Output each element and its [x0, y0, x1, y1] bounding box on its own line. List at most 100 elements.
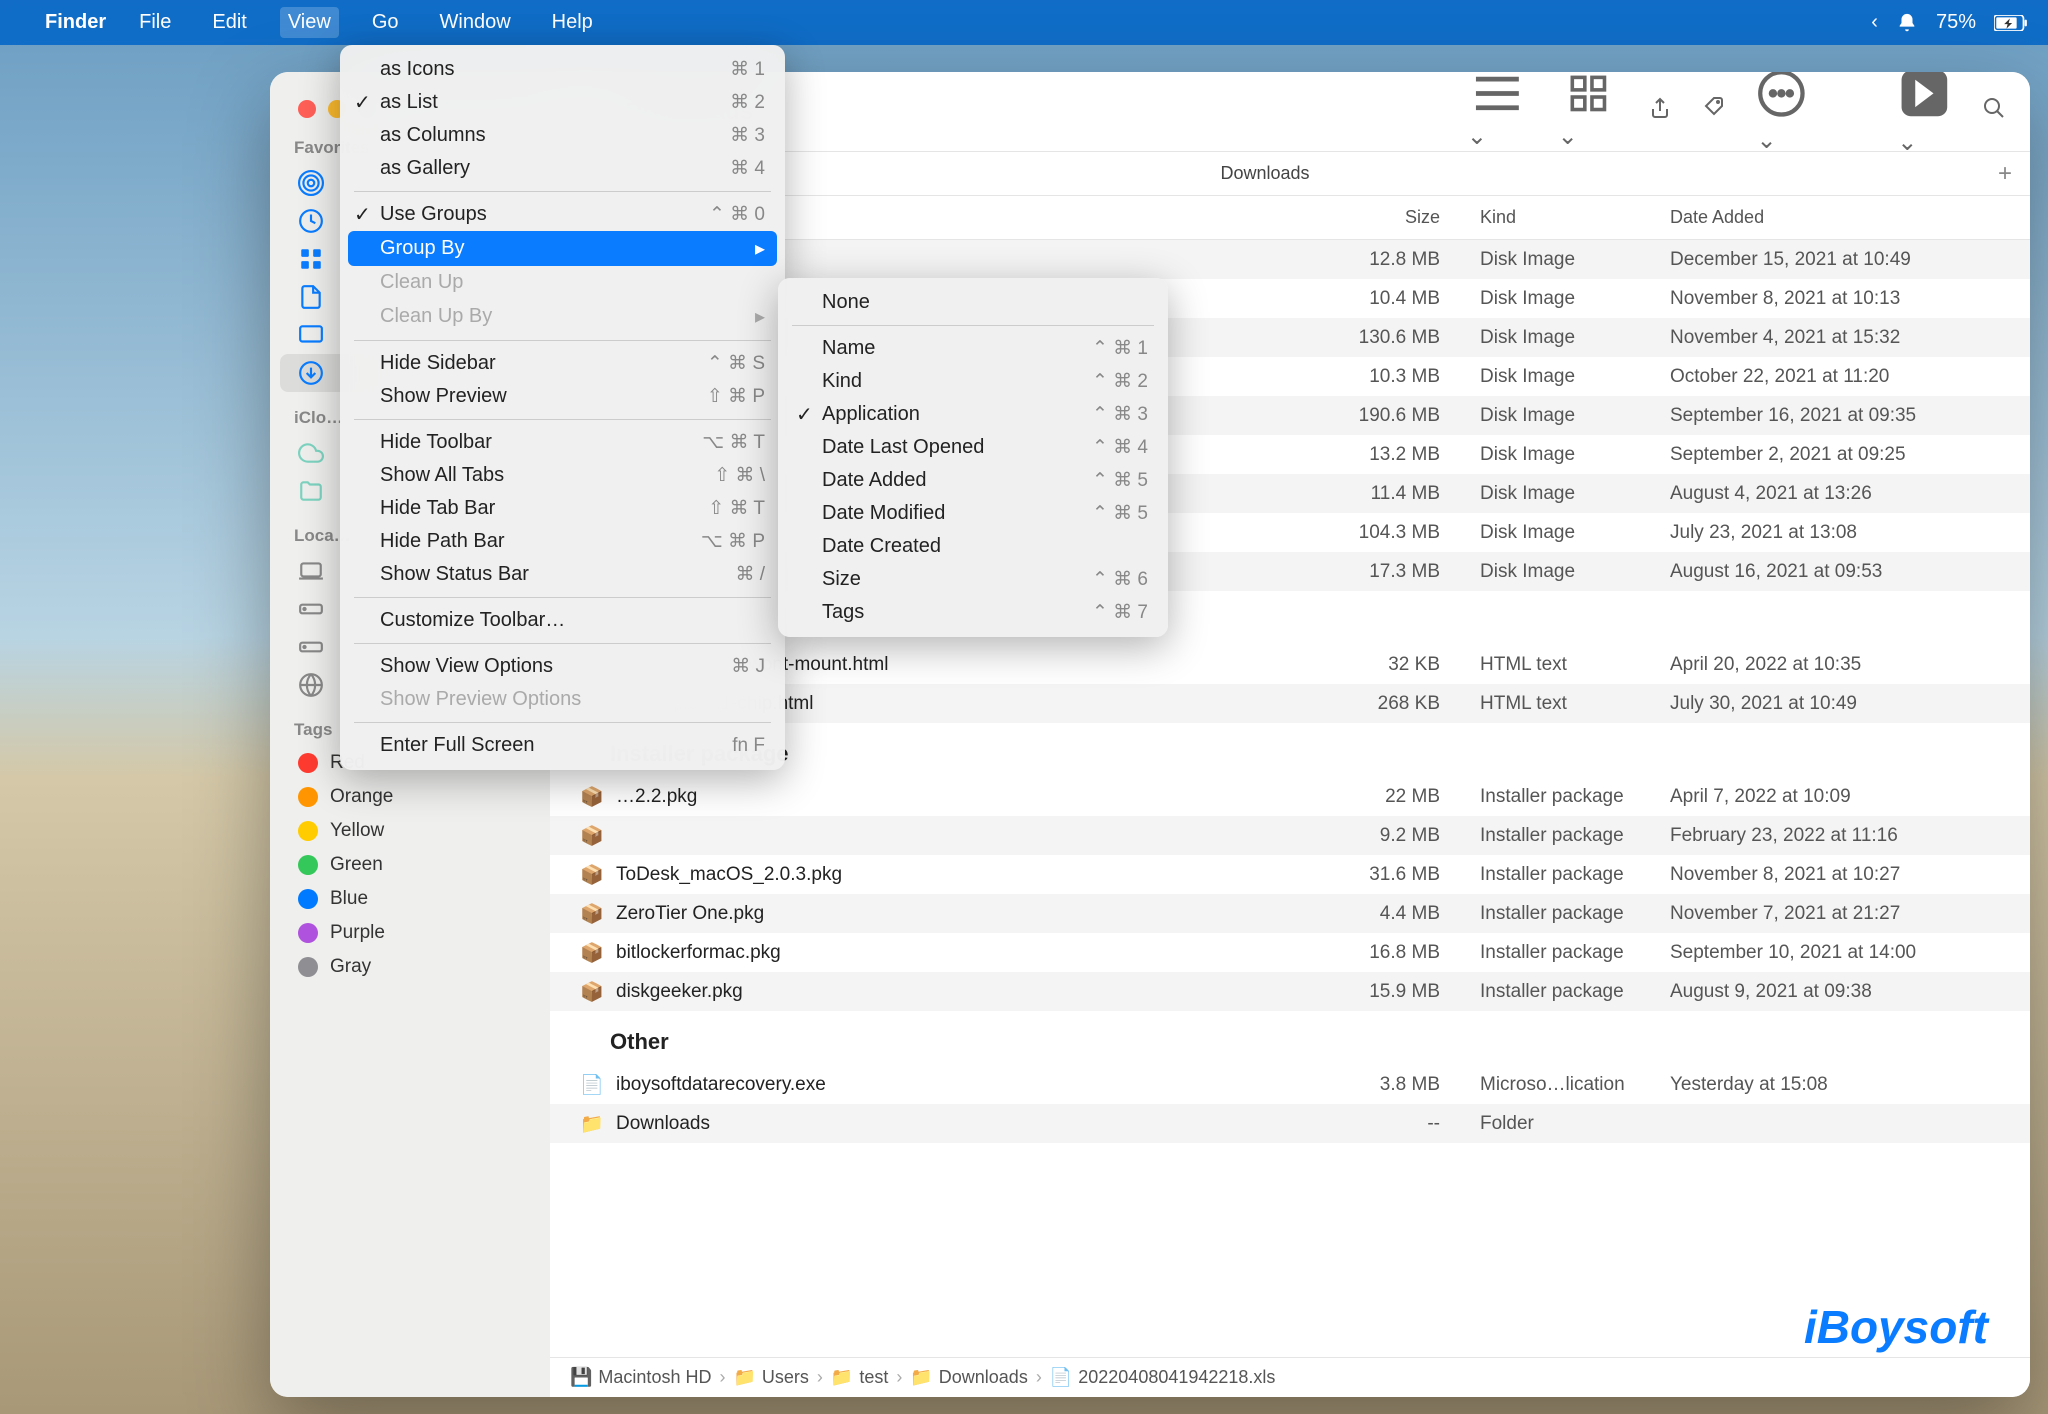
- clock-icon: [298, 208, 324, 234]
- file-date: October 22, 2021 at 11:20: [1650, 366, 2030, 388]
- file-row[interactable]: 📁Downloads -- Folder: [550, 1104, 2030, 1143]
- file-kind: Disk Image: [1460, 405, 1650, 427]
- submenu-date-added[interactable]: Date Added⌃ ⌘ 5: [778, 464, 1168, 497]
- menu-help[interactable]: Help: [544, 7, 601, 38]
- file-row[interactable]: 📦…2.2.pkg 22 MB Installer package April …: [550, 777, 2030, 816]
- file-size: 17.3 MB: [1280, 561, 1460, 583]
- menu-edit[interactable]: Edit: [204, 7, 254, 38]
- file-row[interactable]: 📦bitlockerformac.pkg 16.8 MB Installer p…: [550, 933, 2030, 972]
- action-icon[interactable]: ⌄: [1756, 72, 1807, 155]
- submenu-date-opened[interactable]: Date Last Opened⌃ ⌘ 4: [778, 431, 1168, 464]
- file-name: diskgeeker.pkg: [616, 981, 743, 1003]
- path-seg[interactable]: 📄 20220408041942218.xls: [1050, 1367, 1276, 1388]
- menu-show-all-tabs[interactable]: Show All Tabs⇧ ⌘ \: [340, 459, 785, 492]
- menu-as-columns[interactable]: as Columns⌘ 3: [340, 119, 785, 152]
- file-date: November 8, 2021 at 10:27: [1650, 864, 2030, 886]
- file-size: 12.8 MB: [1280, 249, 1460, 271]
- chevron-left-icon[interactable]: ‹: [1871, 11, 1878, 34]
- view-grid-icon[interactable]: ⌄: [1558, 72, 1619, 151]
- menu-customize-toolbar[interactable]: Customize Toolbar…: [340, 604, 785, 637]
- menu-as-gallery[interactable]: as Gallery⌘ 4: [340, 152, 785, 185]
- new-tab-button[interactable]: +: [1980, 160, 2030, 188]
- menu-file[interactable]: File: [131, 7, 179, 38]
- folder-icon: [298, 478, 324, 504]
- submenu-name[interactable]: Name⌃ ⌘ 1: [778, 332, 1168, 365]
- menu-hide-toolbar[interactable]: Hide Toolbar⌥ ⌘ T: [340, 426, 785, 459]
- menu-show-preview[interactable]: Show Preview⇧ ⌘ P: [340, 380, 785, 413]
- tag-green[interactable]: Green: [280, 848, 540, 882]
- file-size: 130.6 MB: [1280, 327, 1460, 349]
- submenu-kind[interactable]: Kind⌃ ⌘ 2: [778, 365, 1168, 398]
- submenu-none[interactable]: None: [778, 286, 1168, 319]
- file-icon: 📦: [580, 941, 604, 965]
- file-kind: Installer package: [1460, 786, 1650, 808]
- file-size: 16.8 MB: [1280, 942, 1460, 964]
- menu-hide-tab-bar[interactable]: Hide Tab Bar⇧ ⌘ T: [340, 492, 785, 525]
- col-date[interactable]: Date Added: [1650, 207, 2030, 228]
- submenu-tags[interactable]: Tags⌃ ⌘ 7: [778, 596, 1168, 629]
- file-row[interactable]: 📦ToDesk_macOS_2.0.3.pkg 31.6 MB Installe…: [550, 855, 2030, 894]
- battery-percent: 75%: [1936, 11, 1976, 34]
- col-size[interactable]: Size: [1280, 207, 1460, 228]
- menu-hide-sidebar[interactable]: Hide Sidebar⌃ ⌘ S: [340, 347, 785, 380]
- close-button[interactable]: [298, 100, 316, 118]
- preview-icon[interactable]: ⌄: [1897, 72, 1952, 157]
- menu-view[interactable]: View: [280, 7, 339, 38]
- file-size: 10.4 MB: [1280, 288, 1460, 310]
- menu-view-options[interactable]: Show View Options⌘ J: [340, 650, 785, 683]
- menu-as-icons[interactable]: as Icons⌘ 1: [340, 53, 785, 86]
- menu-use-groups[interactable]: ✓Use Groups⌃ ⌘ 0: [340, 198, 785, 231]
- menu-as-list[interactable]: ✓as List⌘ 2: [340, 86, 785, 119]
- path-seg[interactable]: 📁 Users: [733, 1367, 808, 1388]
- file-kind: Disk Image: [1460, 327, 1650, 349]
- share-icon[interactable]: [1648, 96, 1672, 127]
- view-list-icon[interactable]: ⌄: [1467, 72, 1528, 151]
- download-icon: [298, 360, 324, 386]
- file-row[interactable]: 📦ZeroTier One.pkg 4.4 MB Installer packa…: [550, 894, 2030, 933]
- file-kind: Disk Image: [1460, 483, 1650, 505]
- menu-window[interactable]: Window: [432, 7, 519, 38]
- file-icon: 📦: [580, 785, 604, 809]
- app-name[interactable]: Finder: [45, 11, 106, 34]
- file-row[interactable]: 📄iboysoftdatarecovery.exe 3.8 MB Microso…: [550, 1065, 2030, 1104]
- file-kind: Installer package: [1460, 825, 1650, 847]
- file-kind: Microso…lication: [1460, 1074, 1650, 1096]
- submenu-date-modified[interactable]: Date Modified⌃ ⌘ 5: [778, 497, 1168, 530]
- path-seg[interactable]: 📁 test: [831, 1367, 888, 1388]
- tag-yellow[interactable]: Yellow: [280, 814, 540, 848]
- file-date: Yesterday at 15:08: [1650, 1074, 2030, 1096]
- tag-gray[interactable]: Gray: [280, 950, 540, 984]
- tag-dot-icon: [298, 923, 318, 943]
- menu-hide-path-bar[interactable]: Hide Path Bar⌥ ⌘ P: [340, 525, 785, 558]
- col-kind[interactable]: Kind: [1460, 207, 1650, 228]
- tag-orange[interactable]: Orange: [280, 780, 540, 814]
- tag-dot-icon: [298, 855, 318, 875]
- group-header: Other: [550, 1011, 2030, 1065]
- file-kind: Installer package: [1460, 942, 1650, 964]
- tag-label: Gray: [330, 956, 371, 978]
- file-size: 22 MB: [1280, 786, 1460, 808]
- tag-icon[interactable]: [1702, 96, 1726, 127]
- file-size: 9.2 MB: [1280, 825, 1460, 847]
- menu-group-by[interactable]: Group By▸: [348, 231, 777, 266]
- submenu-application[interactable]: ✓Application⌃ ⌘ 3: [778, 398, 1168, 431]
- submenu-date-created[interactable]: Date Created: [778, 530, 1168, 563]
- menu-go[interactable]: Go: [364, 7, 407, 38]
- path-seg[interactable]: 💾 Macintosh HD: [570, 1367, 711, 1388]
- path-seg[interactable]: 📁 Downloads: [910, 1367, 1027, 1388]
- file-row[interactable]: 📦diskgeeker.pkg 15.9 MB Installer packag…: [550, 972, 2030, 1011]
- tag-label: Yellow: [330, 820, 384, 842]
- notification-icon[interactable]: [1896, 12, 1918, 34]
- search-icon[interactable]: [1982, 96, 2006, 127]
- menu-full-screen[interactable]: Enter Full Screenfn F: [340, 729, 785, 762]
- view-menu-dropdown: as Icons⌘ 1 ✓as List⌘ 2 as Columns⌘ 3 as…: [340, 45, 785, 770]
- file-name: iboysoftdatarecovery.exe: [616, 1074, 826, 1096]
- submenu-size[interactable]: Size⌃ ⌘ 6: [778, 563, 1168, 596]
- tag-purple[interactable]: Purple: [280, 916, 540, 950]
- file-name: Downloads: [616, 1113, 710, 1135]
- menubar: Finder File Edit View Go Window Help ‹ 7…: [0, 0, 2048, 45]
- file-icon: 📦: [580, 824, 604, 848]
- menu-show-status-bar[interactable]: Show Status Bar⌘ /: [340, 558, 785, 591]
- file-row[interactable]: 📦 9.2 MB Installer package February 23, …: [550, 816, 2030, 855]
- tag-blue[interactable]: Blue: [280, 882, 540, 916]
